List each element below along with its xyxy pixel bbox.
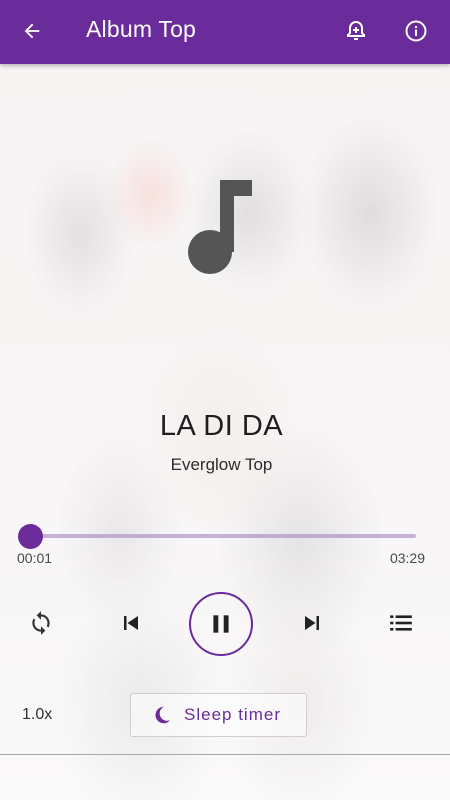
repeat-button[interactable] [26,608,56,638]
sleep-timer-label: Sleep timer [184,705,281,724]
repeat-icon [32,611,50,635]
seek-bar[interactable] [16,522,418,550]
sleep-timer-button[interactable]: Sleep timer [130,693,307,737]
play-pause-button[interactable] [189,592,253,656]
queue-button[interactable] [386,608,416,638]
music-note-icon [188,180,254,276]
skip-previous-icon [124,616,138,630]
page-title: Album Top [86,16,197,42]
playback-speed-button[interactable]: 1.0x [22,706,52,724]
previous-button[interactable] [116,608,146,638]
back-button[interactable] [18,17,46,45]
alarm-add-button[interactable] [342,17,370,45]
next-button[interactable] [297,608,327,638]
moon-icon [151,704,173,726]
skip-next-icon [305,616,319,630]
song-artist: Everglow Top [170,455,273,474]
bottom-divider [0,754,450,755]
alarm-add-icon [347,20,365,40]
seek-track [28,534,416,538]
current-time: 00:01 [17,550,53,566]
info-icon [405,20,427,42]
duration-time: 03:29 [389,550,425,566]
info-button[interactable] [402,17,430,45]
queue-list-icon [390,615,412,631]
arrow-left-icon [24,23,40,39]
pause-icon [213,615,229,633]
seek-thumb[interactable] [17,524,43,549]
app-bar: Album Top [0,0,450,64]
song-title: LA DI DA [159,410,284,442]
